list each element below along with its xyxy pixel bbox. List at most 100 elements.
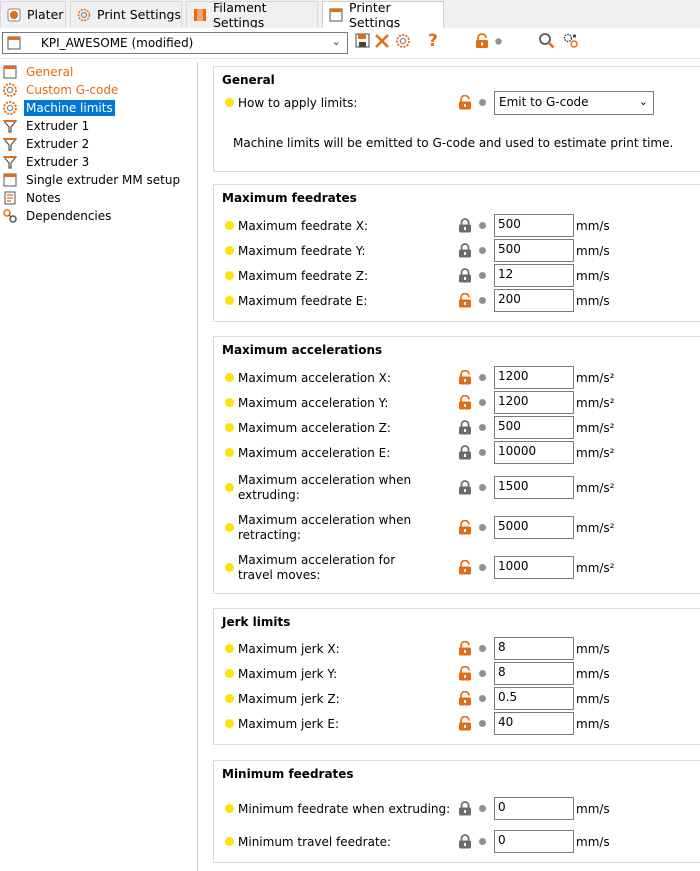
help-icon[interactable]: ? xyxy=(428,31,438,51)
feedrate-e-input[interactable]: 200 xyxy=(494,289,574,312)
field-label: Minimum travel feedrate: xyxy=(238,835,392,849)
accel-x-input[interactable]: 1200 xyxy=(494,366,574,389)
status-bullet xyxy=(225,644,234,653)
lock-open-icon[interactable] xyxy=(458,292,472,308)
lock-closed-icon[interactable] xyxy=(458,445,472,460)
status-bullet xyxy=(225,523,234,532)
sidebar-item-label: Custom G-code xyxy=(26,83,119,97)
tab-plater[interactable]: Plater xyxy=(0,1,66,27)
lock-closed-icon[interactable] xyxy=(458,218,472,233)
gear-icon xyxy=(2,82,18,98)
tab-print-settings[interactable]: Print Settings xyxy=(70,1,182,27)
unit-label: mm/s² xyxy=(576,421,615,435)
apply-limits-select[interactable]: Emit to G-code ⌄ xyxy=(494,91,654,115)
lock-open-icon[interactable] xyxy=(458,94,472,110)
lock-open-icon[interactable] xyxy=(458,665,472,681)
sidebar-item-general[interactable]: General xyxy=(2,63,75,81)
feedrate-x-input[interactable]: 500 xyxy=(494,214,574,237)
accel-extruding-input[interactable]: 1500 xyxy=(494,476,574,499)
lock-closed-icon[interactable] xyxy=(458,834,472,849)
lock-closed-icon[interactable] xyxy=(458,801,472,816)
lock-closed-icon[interactable] xyxy=(458,480,472,495)
jerk-z-input[interactable]: 0.5 xyxy=(494,687,574,710)
sidebar-item-extruder-1[interactable]: Extruder 1 xyxy=(2,117,91,135)
sidebar-item-extruder-2[interactable]: Extruder 2 xyxy=(2,135,91,153)
status-bullet xyxy=(225,246,234,255)
accel-y-input[interactable]: 1200 xyxy=(494,391,574,414)
jerk-x-input[interactable]: 8 xyxy=(494,637,574,660)
jerk-y-input[interactable]: 8 xyxy=(494,662,574,685)
dot-icon xyxy=(479,222,486,229)
sidebar-item-machine-limits[interactable]: Machine limits xyxy=(2,99,115,117)
sidebar-item-single-extruder-mm[interactable]: Single extruder MM setup xyxy=(2,171,182,189)
sidebar-item-custom-gcode[interactable]: Custom G-code xyxy=(2,81,120,99)
dot-icon xyxy=(479,99,486,106)
lock-closed-icon[interactable] xyxy=(458,268,472,283)
unit-label: mm/s xyxy=(576,692,610,706)
accel-z-input[interactable]: 500 xyxy=(494,416,574,439)
min-feedrate-extruding-input[interactable]: 0 xyxy=(494,797,574,820)
unit-label: mm/s xyxy=(576,717,610,731)
lock-closed-icon[interactable] xyxy=(458,243,472,258)
sidebar-item-extruder-3[interactable]: Extruder 3 xyxy=(2,153,91,171)
tab-bar: Plater Print Settings Filament Settings … xyxy=(0,0,700,30)
sidebar-item-label: Dependencies xyxy=(26,209,112,223)
filter-icon[interactable] xyxy=(562,32,579,49)
group-min-feedrates: Minimum feedrates Minimum feedrate when … xyxy=(213,760,700,863)
sidebar-item-label: Extruder 1 xyxy=(26,119,90,133)
dot-icon xyxy=(479,272,486,279)
unit-label: mm/s² xyxy=(576,561,615,575)
lock-open-icon[interactable] xyxy=(458,394,472,410)
unit-label: mm/s² xyxy=(576,481,615,495)
compare-icon[interactable] xyxy=(395,33,411,49)
lock-open-icon[interactable] xyxy=(458,715,472,731)
preset-selector[interactable]: KPI_AWESOME (modified) ⌄ xyxy=(2,32,348,54)
lock-closed-icon[interactable] xyxy=(458,420,472,435)
toolbar-divider xyxy=(0,58,700,59)
delete-icon[interactable] xyxy=(374,33,390,49)
status-bullet xyxy=(225,373,234,382)
field-label: Maximum acceleration E: xyxy=(238,446,391,460)
lock-icon[interactable] xyxy=(475,33,489,49)
sidebar-item-dependencies[interactable]: Dependencies xyxy=(2,207,113,225)
save-icon[interactable] xyxy=(355,33,370,48)
feedrate-y-input[interactable]: 500 xyxy=(494,239,574,262)
min-travel-feedrate-input[interactable]: 0 xyxy=(494,830,574,853)
printer-icon xyxy=(329,8,343,22)
dot-icon xyxy=(495,38,502,45)
plater-icon xyxy=(7,8,21,22)
chevron-down-icon: ⌄ xyxy=(638,95,648,108)
jerk-z-row: Maximum jerk Z: 0.5 mm/s xyxy=(214,687,700,711)
field-label: Maximum jerk E: xyxy=(238,717,339,731)
status-bullet xyxy=(225,669,234,678)
tab-filament-settings[interactable]: Filament Settings xyxy=(186,0,318,30)
lock-open-icon[interactable] xyxy=(458,559,472,575)
sidebar-item-notes[interactable]: Notes xyxy=(2,189,63,207)
accel-travel-row: Maximum acceleration for travel moves: 1… xyxy=(214,553,700,583)
sidebar-item-label: Notes xyxy=(26,191,61,205)
dot-icon xyxy=(479,805,486,812)
lock-open-icon[interactable] xyxy=(458,640,472,656)
lock-open-icon[interactable] xyxy=(458,369,472,385)
accel-extruding-row: Maximum acceleration when extruding: 150… xyxy=(214,473,700,503)
status-bullet xyxy=(225,837,234,846)
gear-icon xyxy=(2,100,18,116)
printer-icon xyxy=(2,64,18,80)
printer-icon xyxy=(2,172,18,188)
accel-retracting-input[interactable]: 5000 xyxy=(494,516,574,539)
accel-travel-input[interactable]: 1000 xyxy=(494,556,574,579)
jerk-e-input[interactable]: 40 xyxy=(494,712,574,735)
feedrate-z-input[interactable]: 12 xyxy=(494,264,574,287)
tab-printer-settings[interactable]: Printer Settings xyxy=(322,0,444,30)
field-label: Maximum feedrate Y: xyxy=(238,244,366,258)
lock-open-icon[interactable] xyxy=(458,519,472,535)
dot-icon xyxy=(479,645,486,652)
group-title: General xyxy=(222,73,275,87)
accel-z-row: Maximum acceleration Z: 500 mm/s² xyxy=(214,416,700,440)
search-icon[interactable] xyxy=(538,32,555,49)
unit-label: mm/s xyxy=(576,835,610,849)
unit-label: mm/s xyxy=(576,219,610,233)
field-label: Maximum acceleration Y: xyxy=(238,396,389,410)
accel-e-input[interactable]: 10000 xyxy=(494,441,574,464)
lock-open-icon[interactable] xyxy=(458,690,472,706)
